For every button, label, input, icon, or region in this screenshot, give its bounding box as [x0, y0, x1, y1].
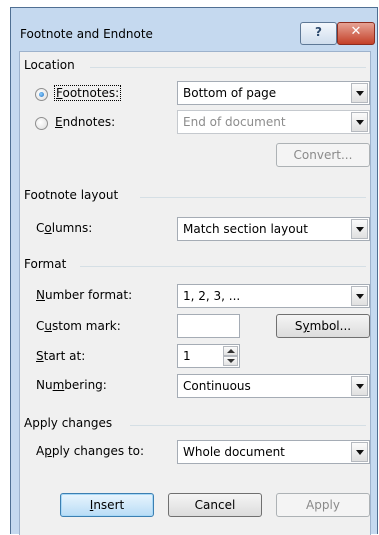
- apply-changes-to-select[interactable]: Whole document: [177, 440, 370, 464]
- footnotes-label-post: ootnotes:: [62, 86, 120, 100]
- symbol-button[interactable]: Symbol...: [276, 314, 370, 338]
- columns-label: Columns:: [36, 221, 92, 235]
- chevron-down-icon[interactable]: [351, 442, 368, 462]
- insert-label-post: nsert: [93, 498, 125, 512]
- close-button[interactable]: ✕: [337, 22, 375, 45]
- custom-mark-input[interactable]: [177, 314, 240, 338]
- apply-changes-group-label: Apply changes: [24, 416, 113, 430]
- apply-button[interactable]: Apply: [276, 493, 370, 517]
- footnote-layout-divider: [140, 197, 366, 198]
- endnotes-radio[interactable]: [35, 117, 48, 130]
- cancel-button[interactable]: Cancel: [168, 493, 262, 517]
- endnotes-position-value: End of document: [183, 115, 286, 129]
- numbering-value: Continuous: [183, 379, 251, 393]
- chevron-down-icon[interactable]: [351, 376, 368, 396]
- footnotes-focus: Footnotes:: [54, 85, 122, 101]
- format-group-label: Format: [24, 257, 67, 271]
- columns-select[interactable]: Match section layout: [177, 217, 370, 241]
- footnotes-label[interactable]: Footnotes:: [54, 85, 122, 101]
- apply-to-label-accel: p: [44, 444, 52, 458]
- start-at-label-accel: S: [36, 349, 44, 363]
- footnote-endnote-dialog: Footnote and Endnote ? ✕ Location Footno…: [10, 7, 378, 535]
- footnote-layout-group-label: Footnote layout: [24, 188, 119, 202]
- help-button[interactable]: ?: [300, 22, 337, 45]
- start-at-label: Start at:: [36, 349, 85, 363]
- custom-mark-label: Custom mark:: [36, 319, 121, 333]
- numbering-select[interactable]: Continuous: [177, 374, 370, 398]
- chevron-down-icon[interactable]: [351, 219, 368, 239]
- columns-label-accel: o: [44, 221, 52, 235]
- columns-label-post: lumns:: [51, 221, 93, 235]
- insert-button[interactable]: Insert: [60, 493, 154, 517]
- apply-changes-divider: [130, 425, 366, 426]
- start-at-spinner[interactable]: 1: [177, 344, 240, 368]
- chevron-down-icon[interactable]: [351, 286, 368, 306]
- spin-up-icon[interactable]: [223, 346, 238, 356]
- apply-changes-to-value: Whole document: [183, 445, 285, 459]
- dialog-client-area: Location Footnotes: Bottom of page Endno…: [19, 51, 371, 535]
- number-format-select[interactable]: 1, 2, 3, ...: [177, 284, 370, 308]
- custom-mark-label-post: stom mark:: [52, 319, 121, 333]
- location-group-label: Location: [24, 58, 75, 72]
- number-format-label-accel: N: [36, 288, 45, 302]
- apply-changes-to-label: Apply changes to:: [36, 444, 144, 458]
- location-divider: [90, 67, 366, 68]
- number-format-label-post: umber format:: [44, 288, 133, 302]
- chevron-down-icon[interactable]: [351, 83, 368, 103]
- close-icon: ✕: [350, 24, 362, 39]
- numbering-label-post: bering:: [64, 378, 107, 392]
- endnotes-label[interactable]: Endnotes:: [55, 115, 115, 129]
- footnotes-position-value: Bottom of page: [183, 86, 277, 100]
- symbol-label-pre: S: [294, 319, 303, 333]
- endnotes-position-select[interactable]: End of document: [177, 110, 370, 134]
- numbering-label-pre: Nu: [36, 378, 53, 392]
- chevron-down-icon[interactable]: [351, 112, 368, 132]
- format-divider: [80, 266, 366, 267]
- columns-value: Match section layout: [183, 222, 308, 236]
- custom-mark-label-accel: u: [44, 319, 52, 333]
- footnotes-position-select[interactable]: Bottom of page: [177, 81, 370, 105]
- numbering-label-accel: m: [52, 378, 65, 392]
- help-icon: ?: [315, 25, 322, 39]
- dialog-title: Footnote and Endnote: [20, 27, 153, 41]
- number-format-value: 1, 2, 3, ...: [183, 289, 241, 303]
- number-format-label: Number format:: [36, 288, 132, 302]
- apply-to-label-pre: A: [36, 444, 45, 458]
- apply-to-label-post: ply changes to:: [51, 444, 145, 458]
- endnotes-label-post: ndnotes:: [62, 115, 116, 129]
- symbol-label-accel: y: [302, 319, 310, 333]
- spin-down-icon[interactable]: [223, 356, 238, 366]
- footnotes-radio[interactable]: [35, 88, 48, 101]
- convert-button[interactable]: Convert...: [276, 143, 370, 167]
- symbol-label-post: mbol...: [309, 319, 352, 333]
- start-at-label-post: tart at:: [43, 349, 86, 363]
- start-at-value: 1: [183, 349, 191, 363]
- endnotes-label-accel: E: [55, 115, 63, 129]
- numbering-label: Numbering:: [36, 378, 107, 392]
